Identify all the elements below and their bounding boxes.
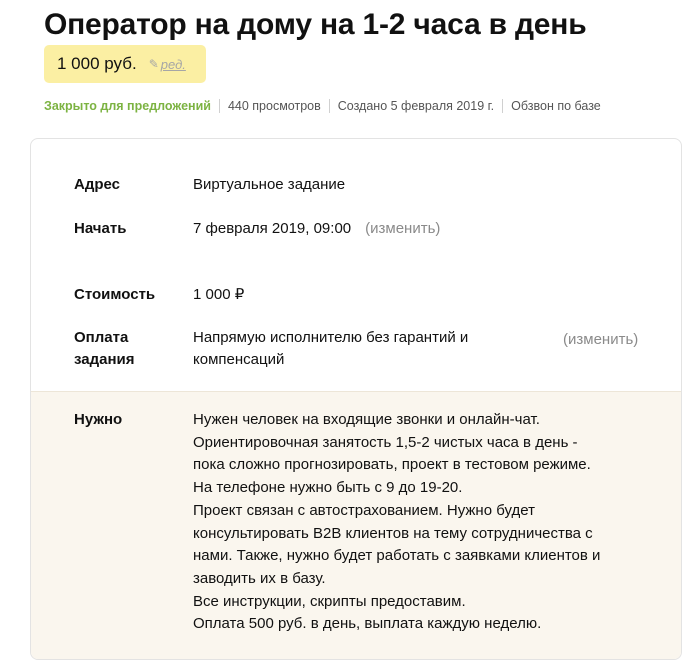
- need-line: Проект связан с автострахованием. Нужно …: [193, 501, 535, 519]
- need-label: Нужно: [74, 411, 123, 428]
- address-label: Адрес: [74, 176, 121, 193]
- need-line: нами. Также, нужно будет работать с заяв…: [193, 547, 601, 565]
- price-amount: 1 000 руб.: [57, 54, 137, 73]
- created-date: Создано 5 февраля 2019 г.: [337, 99, 495, 113]
- start-value-row: 7 февраля 2019, 09:00 (изменить): [193, 218, 440, 240]
- need-line: Нужен человек на входящие звонки и онлай…: [193, 411, 540, 428]
- payment-value: Напрямую исполнителю без гарантий и комп…: [193, 327, 468, 371]
- pencil-icon: ✎: [148, 57, 159, 71]
- meta-divider: [328, 99, 330, 113]
- edit-price-link[interactable]: ✎ ред.: [149, 57, 186, 72]
- payment-value-line2: компенсаций: [193, 351, 285, 368]
- price-badge: 1 000 руб. ✎ ред.: [44, 45, 206, 83]
- start-label: Начать: [74, 220, 127, 237]
- meta-divider: [218, 99, 220, 113]
- payment-value-line1: Напрямую исполнителю без гарантий и: [193, 329, 469, 346]
- need-line: Все инструкции, скрипты предоставим.: [193, 592, 466, 610]
- need-line: Оплата 500 руб. в день, выплата каждую н…: [193, 615, 542, 633]
- status-badge: Закрыто для предложений: [44, 99, 211, 113]
- need-line: консультировать B2B клиентов на тему сот…: [193, 524, 593, 542]
- page-title: Оператор на дому на 1-2 часа в день: [44, 8, 587, 41]
- cost-value: 1 000 ₽: [193, 286, 245, 303]
- views-count: 440 просмотров: [227, 99, 321, 113]
- payment-label-line2: задания: [74, 351, 135, 368]
- need-line: На телефоне нужно быть с 9 до 19-20.: [193, 479, 463, 497]
- need-description: Нужен человек на входящие звонки и онлай…: [193, 409, 663, 636]
- need-line: заводить их в базу.: [193, 569, 326, 587]
- need-line: Ориентировочная занятость 1,5-2 чистых ч…: [193, 433, 578, 451]
- cost-label: Стоимость: [74, 286, 156, 303]
- change-payment-link[interactable]: (изменить): [563, 329, 638, 351]
- task-details-card: Адрес Виртуальное задание Начать 7 февра…: [30, 138, 682, 660]
- payment-label-line1: Оплата: [74, 329, 129, 346]
- edit-price-label: ред.: [160, 56, 186, 72]
- need-line: пока сложно прогнозировать, проект в тес…: [193, 456, 591, 474]
- task-category: Обзвон по базе: [511, 99, 601, 113]
- meta-divider: [502, 99, 504, 113]
- start-value: 7 февраля 2019, 09:00: [193, 220, 352, 237]
- payment-label: Оплата задания: [74, 327, 135, 371]
- change-start-link[interactable]: (изменить): [365, 220, 440, 237]
- task-meta-bar: Закрыто для предложений 440 просмотров С…: [44, 99, 601, 113]
- address-value: Виртуальное задание: [193, 176, 346, 193]
